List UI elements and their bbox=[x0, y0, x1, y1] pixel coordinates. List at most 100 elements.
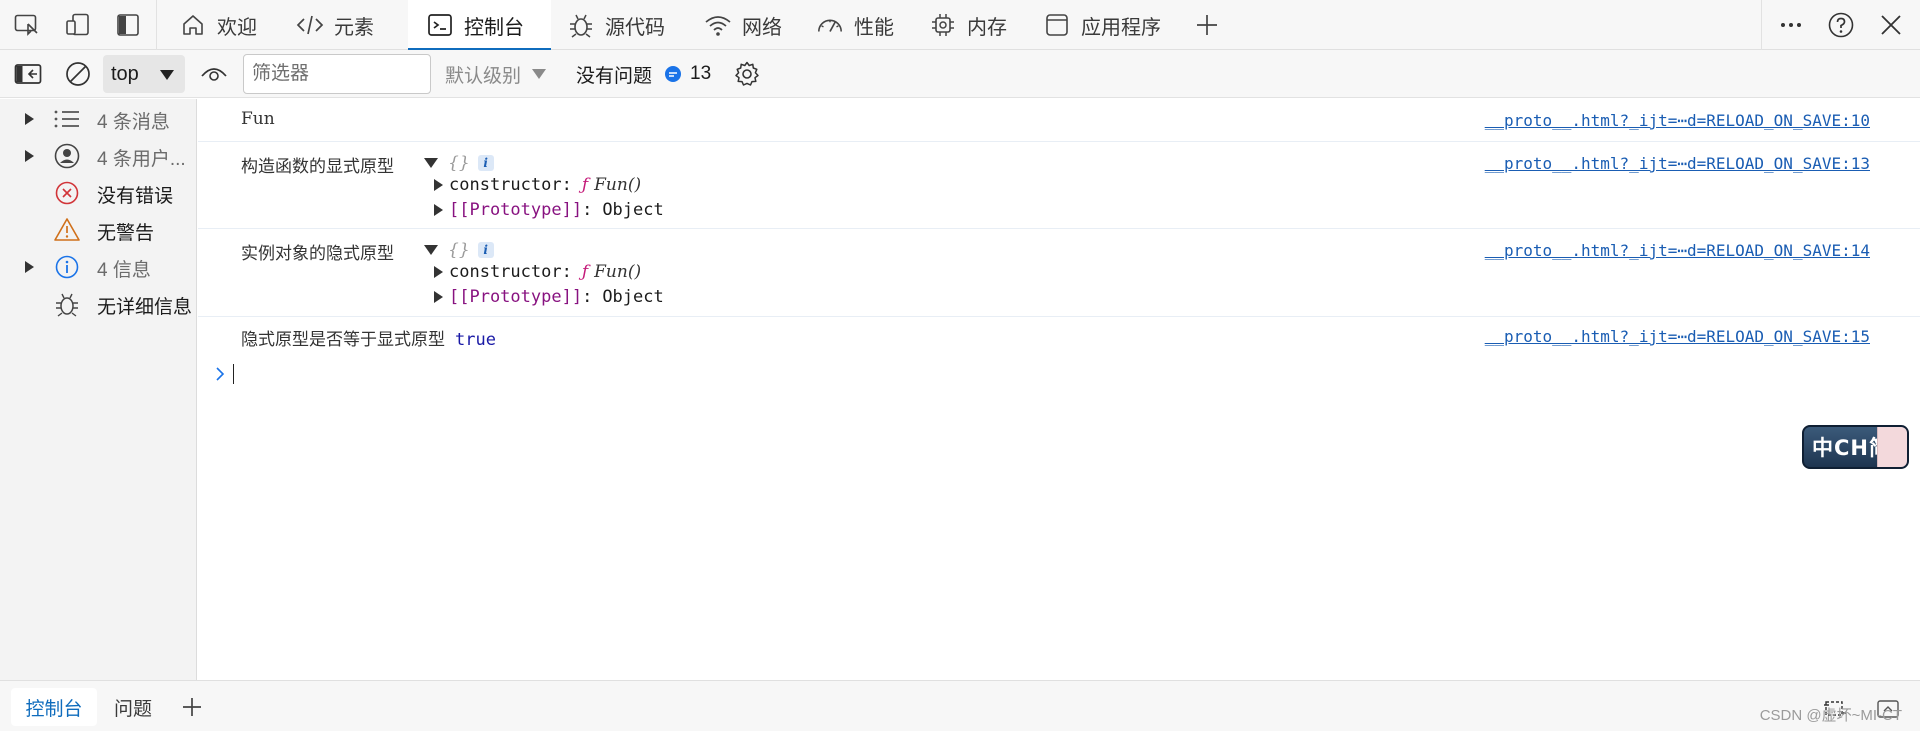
toggle-sidebar-icon[interactable] bbox=[14, 59, 42, 89]
sidebar-item-label: 4 条用户... bbox=[97, 149, 186, 170]
collapse-arrow-icon[interactable] bbox=[424, 158, 438, 168]
object-property[interactable]: constructor: ƒ Fun() bbox=[434, 174, 641, 196]
tab-sources[interactable]: 源代码 bbox=[567, 0, 665, 50]
log-levels-label: 默认级别 bbox=[445, 65, 522, 87]
drawer-add-tab-icon[interactable] bbox=[176, 688, 208, 726]
code-icon bbox=[296, 11, 324, 39]
sidebar-item-label: 4 信息 bbox=[97, 260, 151, 281]
sidebar-item-label: 无详细信息 bbox=[97, 297, 193, 318]
info-badge[interactable]: i bbox=[477, 242, 494, 258]
drawer-tab-label: 问题 bbox=[113, 698, 152, 720]
source-link[interactable]: __proto__.html?_ijt=⋯d=RELOAD_ON_SAVE:15 bbox=[1485, 327, 1870, 346]
inspect-element-icon[interactable] bbox=[13, 12, 41, 38]
sidebar-item-label: 没有错误 bbox=[97, 186, 174, 207]
expand-arrow-icon[interactable] bbox=[24, 113, 34, 125]
tab-label: 元素 bbox=[334, 16, 374, 39]
console-prompt[interactable] bbox=[215, 364, 234, 384]
message-label: 隐式原型是否等于显式原型 bbox=[241, 330, 445, 350]
object-property[interactable]: [[Prototype]]: Object bbox=[434, 199, 664, 221]
tab-separator bbox=[1761, 0, 1762, 50]
list-icon bbox=[53, 106, 81, 132]
tab-console[interactable]: 控制台 bbox=[408, 0, 551, 51]
tab-label: 欢迎 bbox=[217, 16, 257, 39]
add-tab-icon[interactable] bbox=[1193, 12, 1221, 38]
property-value: Fun() bbox=[594, 262, 642, 282]
text-cursor bbox=[233, 364, 234, 384]
sidebar-item-label: 4 条消息 bbox=[97, 112, 170, 133]
drawer-tab-console[interactable]: 控制台 bbox=[11, 688, 97, 726]
warning-icon bbox=[53, 217, 81, 243]
console-sidebar: 4 条消息 4 条用户... 没有错误 无警告 4 信息 无详细信息 bbox=[0, 99, 197, 680]
tab-performance[interactable]: 性能 bbox=[816, 0, 894, 50]
sidebar-item-user-messages[interactable]: 4 条用户... bbox=[0, 138, 196, 174]
wifi-icon bbox=[704, 11, 732, 39]
live-expression-eye-icon[interactable] bbox=[199, 59, 229, 89]
drawer-tab-issues[interactable]: 问题 bbox=[104, 688, 162, 726]
object-property[interactable]: [[Prototype]]: Object bbox=[434, 286, 664, 308]
expand-arrow-icon[interactable] bbox=[434, 266, 443, 278]
console-message: Fun __proto__.html?_ijt=⋯d=RELOAD_ON_SAV… bbox=[198, 99, 1920, 142]
tab-application[interactable]: 应用程序 bbox=[1043, 0, 1161, 50]
log-levels-dropdown[interactable]: 默认级别 bbox=[445, 60, 547, 88]
sidebar-item-label: 无警告 bbox=[97, 223, 155, 244]
close-icon[interactable] bbox=[1877, 12, 1905, 38]
info-badge[interactable]: i bbox=[477, 155, 494, 171]
object-preview[interactable]: {} i bbox=[424, 153, 494, 173]
sidebar-item-warnings[interactable]: 无警告 bbox=[0, 212, 196, 248]
context-selector[interactable]: top bbox=[103, 55, 185, 93]
tab-label: 控制台 bbox=[464, 16, 524, 39]
sidebar-item-info[interactable]: 4 信息 bbox=[0, 249, 196, 285]
source-link[interactable]: __proto__.html?_ijt=⋯d=RELOAD_ON_SAVE:13 bbox=[1485, 154, 1870, 173]
console-toolbar: top 默认级别 没有问题 13 bbox=[0, 50, 1920, 98]
property-key: [[Prototype]] bbox=[449, 287, 583, 307]
collapse-arrow-icon[interactable] bbox=[424, 245, 438, 255]
expand-arrow-icon[interactable] bbox=[434, 204, 443, 216]
help-icon[interactable] bbox=[1827, 12, 1855, 38]
source-link[interactable]: __proto__.html?_ijt=⋯d=RELOAD_ON_SAVE:14 bbox=[1485, 241, 1870, 260]
source-link[interactable]: __proto__.html?_ijt=⋯d=RELOAD_ON_SAVE:10 bbox=[1485, 111, 1870, 130]
property-key: [[Prototype]] bbox=[449, 200, 583, 220]
property-key: constructor bbox=[449, 262, 562, 282]
more-options-icon[interactable] bbox=[1777, 12, 1805, 38]
object-property[interactable]: constructor: ƒ Fun() bbox=[434, 261, 642, 283]
ime-indicator[interactable]: 中CH简 bbox=[1802, 425, 1909, 469]
message-text: Fun bbox=[241, 109, 275, 129]
filter-input[interactable] bbox=[243, 54, 431, 94]
boolean-value: true bbox=[455, 330, 496, 350]
gauge-icon bbox=[816, 11, 844, 39]
object-preview[interactable]: {} i bbox=[424, 240, 494, 260]
console-settings-gear-icon[interactable] bbox=[732, 59, 762, 89]
chevron-down-icon bbox=[159, 69, 175, 81]
dock-side-icon[interactable] bbox=[114, 12, 142, 38]
error-icon bbox=[53, 180, 81, 206]
expand-arrow-icon[interactable] bbox=[434, 179, 443, 191]
issues-label: 没有问题 bbox=[576, 65, 653, 87]
window-icon bbox=[1043, 11, 1071, 39]
console-message: 构造函数的显式原型 {} i __proto__.html?_ijt=⋯d=RE… bbox=[198, 142, 1920, 229]
expand-arrow-icon[interactable] bbox=[24, 261, 34, 273]
sidebar-item-verbose[interactable]: 无详细信息 bbox=[0, 286, 196, 322]
chip-icon bbox=[929, 11, 957, 39]
user-icon bbox=[53, 143, 81, 169]
devtools-tab-strip: 欢迎 元素 控制台 源代码 网络 性能 内存 应用程序 bbox=[0, 0, 1920, 51]
clear-console-icon[interactable] bbox=[63, 59, 93, 89]
tab-network[interactable]: 网络 bbox=[704, 0, 782, 50]
bug-icon bbox=[567, 11, 595, 39]
tab-elements[interactable]: 元素 bbox=[296, 0, 374, 50]
message-text: 隐式原型是否等于显式原型 true bbox=[241, 325, 496, 350]
sidebar-item-messages[interactable]: 4 条消息 bbox=[0, 101, 196, 137]
property-key: constructor bbox=[449, 175, 562, 195]
sidebar-item-errors[interactable]: 没有错误 bbox=[0, 175, 196, 211]
property-value: Object bbox=[602, 287, 664, 307]
property-value: Object bbox=[602, 200, 664, 220]
home-icon bbox=[179, 11, 207, 39]
issues-counter[interactable]: 没有问题 13 bbox=[576, 59, 711, 89]
message-bubble-icon bbox=[664, 65, 682, 83]
tab-welcome[interactable]: 欢迎 bbox=[179, 0, 257, 50]
tab-memory[interactable]: 内存 bbox=[929, 0, 1007, 50]
expand-arrow-icon[interactable] bbox=[434, 291, 443, 303]
expand-arrow-icon[interactable] bbox=[24, 150, 34, 162]
tab-label: 应用程序 bbox=[1081, 16, 1161, 39]
device-emulation-icon[interactable] bbox=[64, 12, 92, 38]
property-colon: : bbox=[561, 175, 572, 195]
